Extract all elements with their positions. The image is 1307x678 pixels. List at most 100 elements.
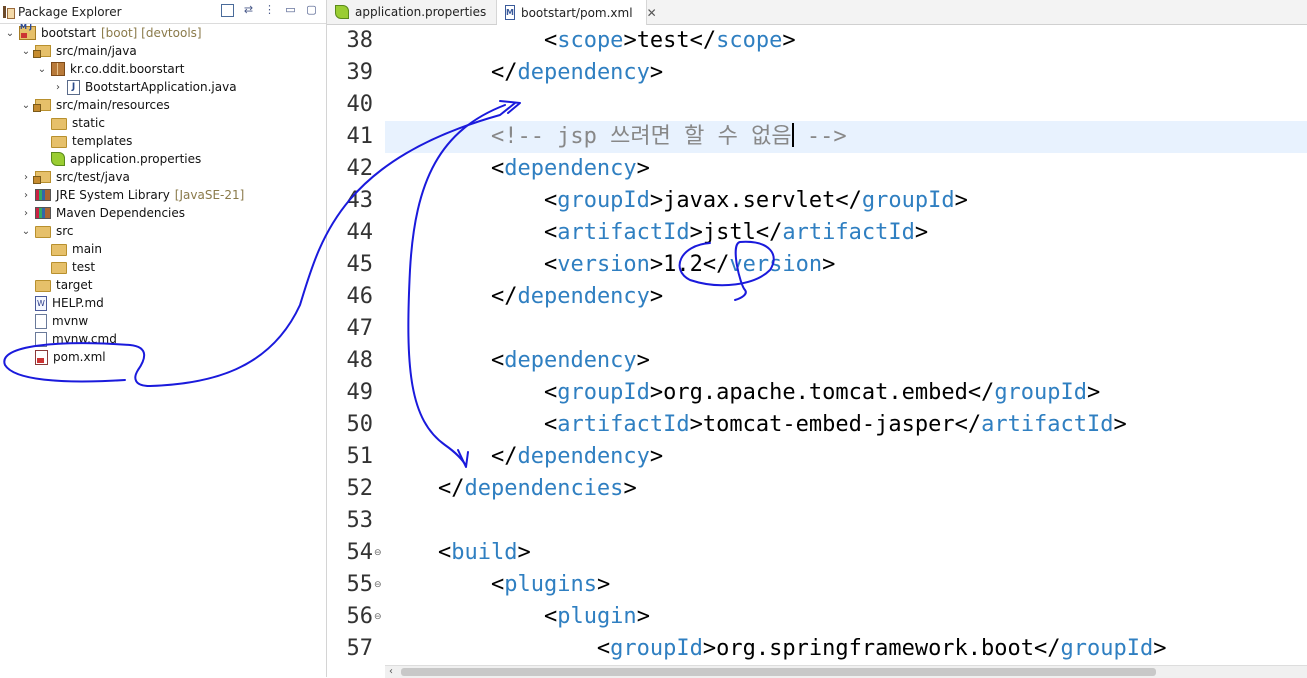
fold-toggle-icon[interactable]: ⊖ (374, 601, 382, 633)
folder-icon (51, 136, 67, 148)
package-explorer-title: Package Explorer (18, 5, 122, 19)
code-line[interactable]: <scope>test</scope> (385, 25, 796, 57)
tree-item-label: main (72, 242, 102, 256)
tree-item-label: pom.xml (53, 350, 106, 364)
properties-file-icon (51, 152, 65, 166)
line-number: 56 (346, 604, 374, 629)
tree-item-label: mvnw.cmd (52, 332, 117, 346)
tree-item[interactable]: static (36, 114, 110, 132)
tree-item[interactable]: ⌄ bootstart [boot] [devtools] (4, 23, 202, 42)
code-line[interactable]: <artifactId>jstl</artifactId> (385, 217, 928, 249)
tree-item[interactable]: mvnw (20, 312, 93, 330)
source-folder-icon (33, 99, 51, 112)
tree-item-label: bootstart (41, 26, 96, 40)
package-icon (51, 62, 65, 76)
horizontal-scrollbar[interactable]: ‹ (385, 665, 1307, 678)
chevron-down-icon[interactable]: ⌄ (4, 28, 16, 39)
tree-item[interactable]: pom.xml (20, 348, 111, 366)
view-menu-icon[interactable]: ⋮ (263, 3, 276, 17)
tree-item[interactable]: main (36, 240, 107, 258)
tree-item[interactable]: W HELP.md (20, 294, 109, 312)
code-line[interactable]: <plugin> (385, 601, 650, 633)
tree-item-label: static (72, 116, 105, 130)
chevron-right-icon[interactable]: › (20, 172, 32, 183)
chevron-down-icon[interactable]: ⌄ (36, 64, 48, 75)
code-line[interactable]: </dependency> (385, 281, 663, 313)
tree-item[interactable]: target (20, 276, 98, 294)
tree-item[interactable]: mvnw.cmd (20, 330, 122, 348)
tree-item-label: src/main/resources (56, 98, 170, 112)
package-explorer-tab[interactable]: Package Explorer (2, 2, 122, 22)
code-line[interactable]: <build> (385, 537, 531, 569)
tab-application-properties[interactable]: application.properties (327, 0, 497, 24)
scroll-left-icon[interactable]: ‹ (389, 666, 393, 678)
tree-item-label: templates (72, 134, 133, 148)
link-with-editor-icon[interactable]: ⇄ (242, 3, 255, 17)
tree-item-label: kr.co.ddit.boorstart (70, 62, 185, 76)
code-line[interactable]: <dependency> (385, 345, 650, 377)
tree-item[interactable]: › Maven Dependencies (20, 204, 190, 222)
chevron-down-icon[interactable]: ⌄ (20, 226, 32, 237)
tab-label: application.properties (355, 5, 487, 19)
tree-item[interactable]: application.properties (36, 150, 206, 168)
text-cursor (791, 123, 794, 147)
line-number: 51 (346, 444, 374, 469)
minimize-icon[interactable]: ▭ (284, 3, 297, 17)
code-line[interactable]: </dependency> (385, 441, 663, 473)
tree-item[interactable]: ⌄ kr.co.ddit.boorstart (36, 60, 189, 78)
fold-toggle-icon[interactable]: ⊖ (374, 537, 382, 569)
line-number: 54 (346, 540, 374, 565)
code-line[interactable]: <artifactId>tomcat-embed-jasper</artifac… (385, 409, 1127, 441)
editor-tabs: application.properties M bootstart/pom.x… (327, 0, 1307, 25)
code-line[interactable]: </dependencies> (385, 473, 637, 505)
code-line[interactable]: <dependency> (385, 153, 650, 185)
line-number-gutter: 38 39 40 41 42 43 44 45 46 47 48 49 50 51 52 53 54 ⊖ 55 ⊖ 56… (327, 25, 385, 665)
library-icon (35, 189, 51, 201)
code-line[interactable]: <groupId>org.springframework.boot</group… (385, 633, 1167, 665)
tree-item[interactable]: › J BootstartApplication.java (52, 78, 242, 96)
code-text-area[interactable]: <scope>test</scope> </dependency> <!-- j… (385, 25, 1307, 665)
package-explorer-header: Package Explorer ⇄ ⋮ ▭ ▢ (0, 0, 326, 24)
chevron-right-icon[interactable]: › (52, 82, 64, 93)
chevron-down-icon[interactable]: ⌄ (20, 46, 32, 57)
maximize-icon[interactable]: ▢ (305, 3, 318, 17)
tree-item-label: mvnw (52, 314, 89, 328)
scrollbar-thumb[interactable] (401, 668, 1156, 676)
tree-item[interactable]: › src/test/java (20, 168, 135, 186)
editor-area: application.properties M bootstart/pom.x… (327, 0, 1307, 678)
xml-file-icon (35, 349, 48, 365)
line-number: 55 (346, 572, 374, 597)
folder-icon (35, 280, 51, 292)
tree-item[interactable]: ⌄ src (20, 222, 79, 240)
line-number: 49 (346, 380, 374, 405)
tree-item[interactable]: test (36, 258, 100, 276)
line-number: 48 (346, 348, 374, 373)
tab-pom-xml[interactable]: M bootstart/pom.xml ✕ (497, 0, 657, 25)
code-line[interactable]: <version>1.2</version> (385, 249, 835, 281)
tree-item-label: target (56, 278, 93, 292)
collapse-all-icon[interactable] (221, 4, 234, 17)
markdown-file-icon: W (35, 295, 47, 311)
tree-item[interactable]: › JRE System Library [JavaSE-21] (20, 186, 244, 204)
line-number: 41 (346, 124, 374, 149)
tree-item[interactable]: ⌄ src/main/java (20, 42, 142, 60)
file-icon (35, 313, 47, 329)
fold-toggle-icon[interactable]: ⊖ (374, 569, 382, 601)
tree-item-label: BootstartApplication.java (85, 80, 237, 94)
tree-item-label: HELP.md (52, 296, 104, 310)
line-number: 38 (346, 28, 374, 53)
folder-icon (51, 262, 67, 274)
code-line[interactable]: <groupId>javax.servlet</groupId> (385, 185, 968, 217)
chevron-right-icon[interactable]: › (20, 190, 32, 201)
code-line[interactable]: </dependency> (385, 57, 663, 89)
java-file-icon: J (67, 79, 80, 95)
chevron-right-icon[interactable]: › (20, 208, 32, 219)
code-line[interactable]: <!-- jsp 쓰려면 할 수 없음 --> (385, 121, 1307, 153)
line-number: 42 (346, 156, 374, 181)
tree-item[interactable]: ⌄ src/main/resources (20, 96, 175, 114)
code-line[interactable]: <groupId>org.apache.tomcat.embed</groupI… (385, 377, 1100, 409)
chevron-down-icon[interactable]: ⌄ (20, 100, 32, 111)
code-line[interactable]: <plugins> (385, 569, 610, 601)
close-icon[interactable]: ✕ (647, 6, 657, 20)
tree-item[interactable]: templates (36, 132, 137, 150)
